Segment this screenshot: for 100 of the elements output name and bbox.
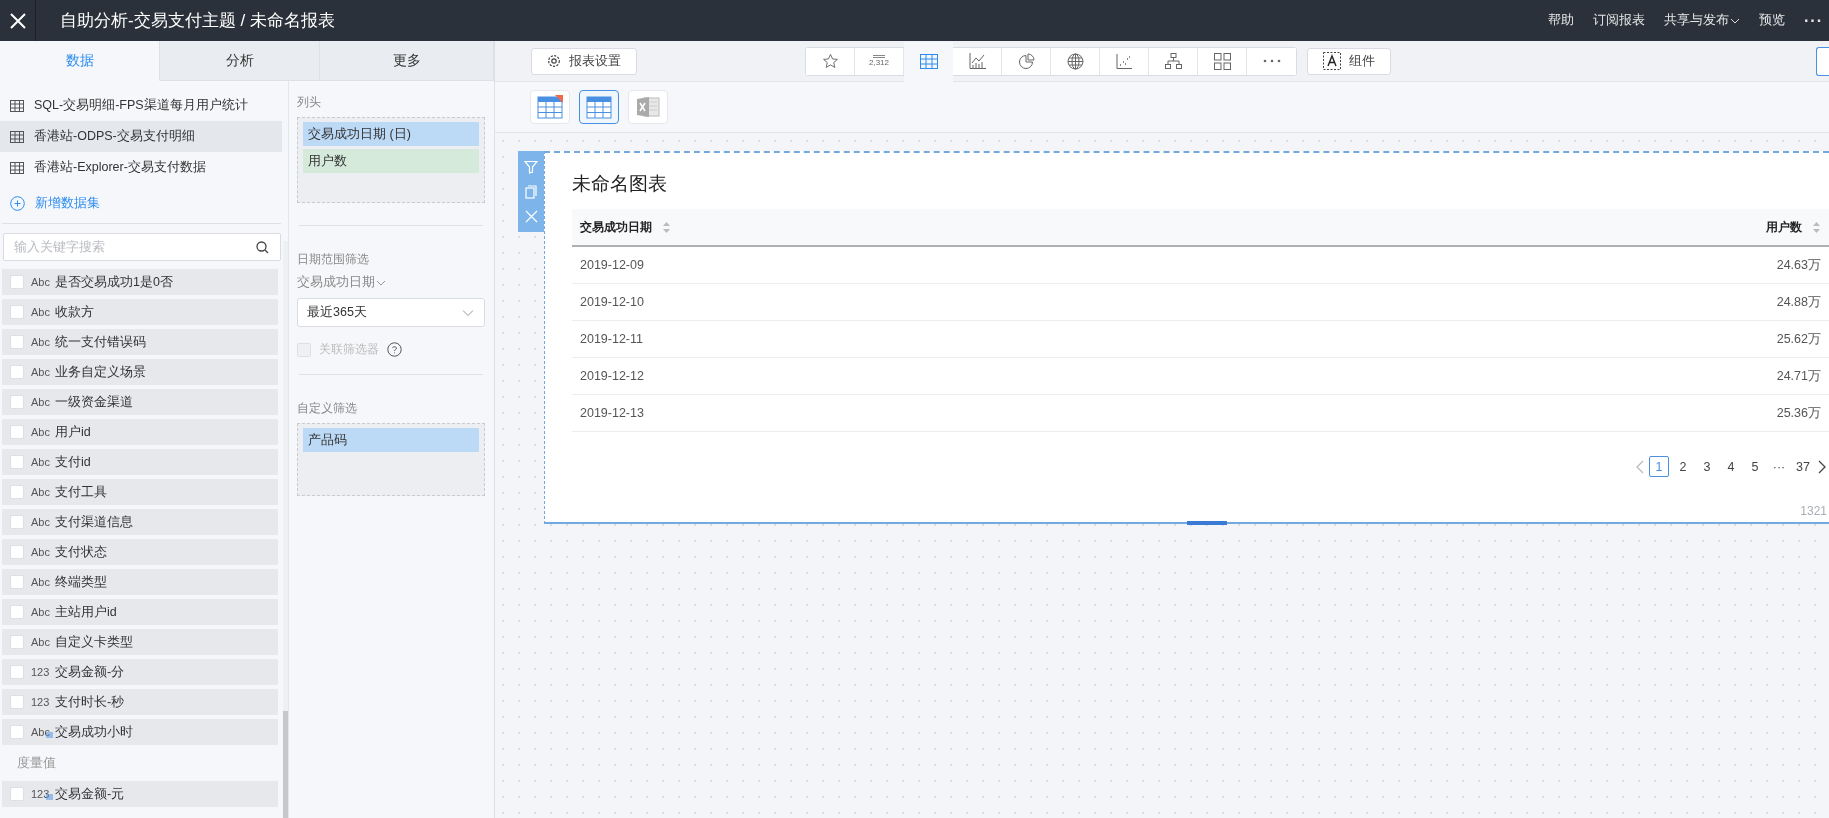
copy-icon[interactable]	[525, 185, 537, 199]
checkbox[interactable]	[10, 335, 24, 349]
next-page-icon[interactable]	[1817, 459, 1827, 474]
gear-icon	[547, 54, 561, 68]
field-item[interactable]: Abc 支付工具	[2, 479, 278, 505]
pie-chart-icon	[1017, 52, 1035, 70]
checkbox[interactable]	[10, 395, 24, 409]
field-item[interactable]: Abc 统一支付错误码	[2, 329, 278, 355]
dataset-item[interactable]: 香港站-Explorer-交易支付数据	[0, 152, 282, 183]
more-button[interactable]: ···	[1804, 11, 1823, 30]
checkbox[interactable]	[10, 425, 24, 439]
table-icon	[10, 161, 24, 174]
field-item[interactable]: Abc 一级资金渠道	[2, 389, 278, 415]
page-button[interactable]: 3	[1697, 456, 1717, 477]
field-item[interactable]: Abc 交易成功小时	[2, 719, 278, 745]
checkbox[interactable]	[10, 305, 24, 319]
table-icon	[10, 99, 24, 112]
table-style-button[interactable]	[579, 90, 619, 124]
field-item[interactable]: Abc 终端类型	[2, 569, 278, 595]
field-item[interactable]: Abc 主站用户id	[2, 599, 278, 625]
dataset-item[interactable]: SQL-交易明细-FPS渠道每月用户统计	[0, 90, 282, 121]
top-menu-link[interactable]: 共享与发布	[1664, 12, 1740, 29]
date-field-selector[interactable]: 交易成功日期	[297, 274, 485, 291]
field-chip[interactable]: 交易成功日期 (日)	[303, 122, 479, 146]
field-item[interactable]: Abc 用户id	[2, 419, 278, 445]
section-heading: 度量值	[16, 755, 57, 772]
checkbox[interactable]	[10, 635, 24, 649]
column-header[interactable]: 用户数	[1327, 209, 1829, 246]
field-name: 终端类型	[55, 573, 107, 591]
field-item[interactable]: Abc 业务自定义场景	[2, 359, 278, 385]
report-settings-button[interactable]: 报表设置	[531, 47, 637, 75]
page-button[interactable]: 37	[1793, 456, 1813, 477]
field-item[interactable]: Abc 支付渠道信息	[2, 509, 278, 535]
checkbox[interactable]	[10, 365, 24, 379]
checkbox[interactable]	[10, 787, 24, 801]
help-icon[interactable]	[387, 342, 402, 357]
date-range-select[interactable]: 最近365天	[297, 298, 485, 327]
checkbox[interactable]	[10, 725, 24, 739]
scrollbar-thumb[interactable]	[283, 711, 288, 818]
field-name: 主站用户id	[55, 603, 117, 621]
page-button[interactable]: ···	[1769, 456, 1789, 477]
field-type-label: Abc	[31, 486, 51, 498]
checkbox[interactable]	[10, 275, 24, 289]
checkbox[interactable]	[10, 455, 24, 469]
checkbox[interactable]	[10, 605, 24, 619]
checkbox[interactable]	[10, 545, 24, 559]
table-cell: 2019-12-11	[572, 320, 1328, 358]
field-chip[interactable]: 产品码	[303, 428, 479, 452]
field-item[interactable]: Abc 支付id	[2, 449, 278, 475]
field-item[interactable]: 123 交易金额-元	[2, 781, 278, 807]
field-type-label: Abc	[31, 606, 51, 618]
column-header[interactable]: 交易成功日期	[572, 209, 1328, 246]
checkbox[interactable]	[10, 485, 24, 499]
field-type-label: Abc	[31, 726, 51, 738]
top-menu-link[interactable]: 帮助	[1548, 12, 1574, 29]
page-button[interactable]: 5	[1745, 456, 1765, 477]
top-menu-link[interactable]: 订阅报表	[1593, 12, 1645, 29]
section-title: 列头	[297, 94, 322, 111]
table-cell: 2019-12-13	[572, 394, 1328, 432]
filter-icon[interactable]	[524, 159, 538, 174]
field-item[interactable]: Abc 是否交易成功1是0否	[2, 269, 278, 295]
page-button[interactable]: 2	[1673, 456, 1693, 477]
panel-tab[interactable]: 分析	[160, 41, 320, 81]
table-cell: 2019-12-09	[572, 246, 1328, 284]
field-type-label: Abc	[31, 516, 51, 528]
chart-type-button[interactable]	[904, 41, 953, 82]
section-title: 自定义筛选	[297, 400, 358, 417]
section-title: 日期范围筛选	[297, 251, 370, 268]
size-label: 1321	[1800, 504, 1827, 518]
field-type-label: Abc	[31, 336, 51, 348]
close-icon[interactable]	[524, 210, 538, 224]
table-cell: 25.62万	[1327, 320, 1829, 358]
checkbox[interactable]	[10, 575, 24, 589]
table-cell: 25.36万	[1327, 394, 1829, 432]
top-menu-link[interactable]: 预览	[1759, 12, 1785, 29]
resize-handle[interactable]	[1187, 521, 1227, 525]
field-item[interactable]: Abc 支付状态	[2, 539, 278, 565]
checkbox[interactable]	[10, 665, 24, 679]
field-item[interactable]: 123 支付时长-秒	[2, 689, 278, 715]
checkbox[interactable]	[10, 695, 24, 709]
sort-icon	[1812, 220, 1821, 234]
chart-type-button[interactable]	[806, 47, 855, 75]
field-name: 支付渠道信息	[55, 513, 133, 531]
field-item[interactable]: Abc 自定义卡类型	[2, 629, 278, 655]
checkbox[interactable]	[10, 515, 24, 529]
more-icon	[1262, 59, 1281, 63]
previous-page-icon[interactable]	[1635, 459, 1645, 474]
search-field[interactable]: 输入关键字搜索	[3, 233, 281, 261]
field-item[interactable]: Abc 收款方	[2, 299, 278, 325]
page-button[interactable]: 4	[1721, 456, 1741, 477]
checkbox[interactable]	[297, 342, 311, 357]
dataset-item[interactable]: 香港站-ODPS-交易支付明细	[0, 121, 282, 152]
toolbar-button[interactable]	[1816, 46, 1829, 76]
component-button[interactable]: 组件	[1307, 47, 1391, 75]
scatter-chart-icon	[1116, 53, 1132, 69]
grid-icon	[1213, 52, 1231, 70]
field-item[interactable]: 123 交易金额-分	[2, 659, 278, 685]
field-name: 统一支付错误码	[55, 333, 146, 351]
panel-tab[interactable]: 更多	[320, 41, 494, 81]
field-chip[interactable]: 用户数	[303, 149, 479, 173]
